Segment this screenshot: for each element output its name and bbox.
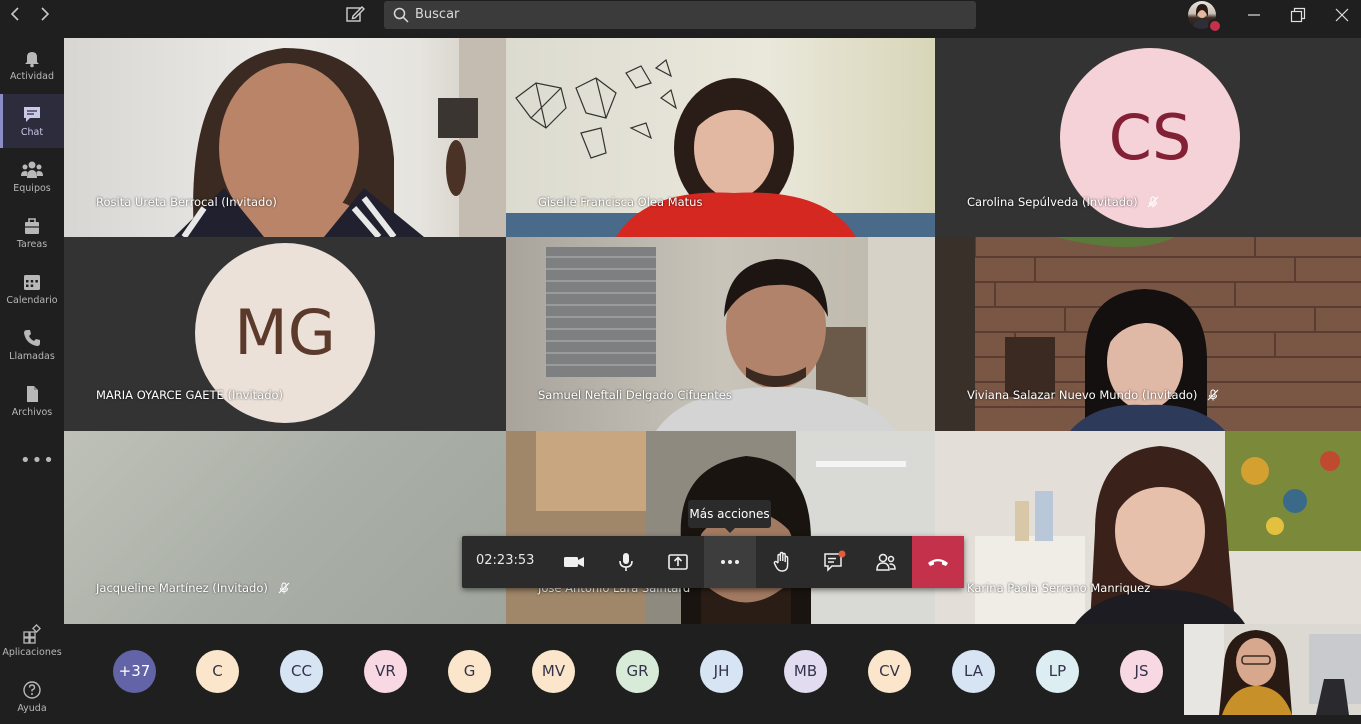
participant-name: Rosita Ureta Berrocal (Invitado) bbox=[96, 195, 277, 209]
more-apps-ellipsis-icon[interactable]: ••• bbox=[20, 450, 55, 471]
participant-avatar[interactable]: MV bbox=[532, 650, 575, 693]
calendar-icon bbox=[24, 275, 40, 290]
search-placeholder: Buscar bbox=[415, 7, 460, 22]
bell-icon bbox=[25, 52, 39, 68]
show-participants-button[interactable] bbox=[860, 536, 912, 588]
video-tile[interactable]: CS Carolina Sepúlveda (Invitado) bbox=[935, 38, 1361, 237]
participant-name: Karina Paola Serrano Manriquez bbox=[967, 581, 1151, 595]
share-screen-button[interactable] bbox=[652, 536, 704, 588]
video-tile[interactable]: Karina Paola Serrano Manriquez bbox=[935, 431, 1361, 624]
close-icon[interactable] bbox=[1332, 5, 1352, 25]
hang-up-button[interactable] bbox=[912, 536, 964, 588]
participant-name: Jacqueline Martínez (Invitado) bbox=[96, 581, 268, 595]
participant-name: Carolina Sepúlveda (Invitado) bbox=[967, 195, 1138, 209]
participant-video bbox=[935, 431, 1361, 624]
mic-off-icon bbox=[1147, 196, 1159, 208]
rail-item-llamadas[interactable]: Llamadas bbox=[0, 318, 64, 372]
new-chat-compose-icon[interactable] bbox=[344, 3, 366, 25]
call-timer: 02:23:53 bbox=[476, 553, 535, 568]
rail-item-calendario[interactable]: Calendario bbox=[0, 262, 64, 316]
more-actions-button[interactable] bbox=[704, 536, 756, 588]
more-participants-count[interactable]: +37 bbox=[113, 650, 156, 693]
rail-item-chat[interactable]: Chat bbox=[0, 94, 64, 148]
video-tile[interactable]: Giselle Francisca Olea Matus bbox=[506, 38, 935, 237]
file-icon bbox=[27, 386, 38, 402]
participant-avatar[interactable]: CV bbox=[868, 650, 911, 693]
rail-item-tareas[interactable]: Tareas bbox=[0, 206, 64, 260]
teams-icon bbox=[21, 161, 43, 178]
forward-arrow-icon[interactable] bbox=[34, 4, 54, 24]
participant-avatar[interactable]: JS bbox=[1120, 650, 1163, 693]
call-controls: 02:23:53 bbox=[462, 536, 964, 588]
conversation-icon bbox=[824, 550, 846, 572]
microphone-icon bbox=[619, 553, 633, 571]
participant-name-row: Jacqueline Martínez (Invitado) bbox=[96, 581, 290, 595]
restore-icon[interactable] bbox=[1288, 5, 1308, 25]
participant-name: Viviana Salazar Nuevo Mundo (Invitado) bbox=[967, 388, 1198, 402]
rail-label: Equipos bbox=[13, 183, 51, 194]
help-icon bbox=[23, 681, 41, 699]
rail-item-archivos[interactable]: Archivos bbox=[0, 374, 64, 428]
video-tile[interactable]: Rosita Ureta Berrocal (Invitado) bbox=[64, 38, 506, 237]
participant-name-row: Viviana Salazar Nuevo Mundo (Invitado) bbox=[967, 388, 1219, 402]
rail-item-aplicaciones[interactable]: Aplicaciones bbox=[0, 614, 64, 668]
rail-label: Calendario bbox=[6, 295, 58, 306]
briefcase-icon bbox=[25, 218, 39, 234]
ellipsis-icon bbox=[721, 560, 739, 564]
video-tile[interactable]: Samuel Neftali Delgado Cifuentes bbox=[506, 237, 935, 431]
mic-off-icon bbox=[1207, 389, 1219, 401]
rail-label: Ayuda bbox=[17, 703, 47, 714]
participant-avatar[interactable]: GR bbox=[616, 650, 659, 693]
app-rail: Actividad Chat Equipos Tareas Calendario… bbox=[0, 30, 64, 715]
participant-name-row: Carolina Sepúlveda (Invitado) bbox=[967, 195, 1159, 209]
more-actions-tooltip: Más acciones bbox=[688, 500, 771, 533]
rail-item-equipos[interactable]: Equipos bbox=[0, 150, 64, 204]
rail-label: Actividad bbox=[9, 71, 55, 82]
participant-avatar[interactable]: MB bbox=[784, 650, 827, 693]
microphone-button[interactable] bbox=[600, 536, 652, 588]
hang-up-phone-icon bbox=[928, 559, 948, 566]
participant-avatar[interactable]: LA bbox=[952, 650, 995, 693]
rail-label: Aplicaciones bbox=[2, 647, 62, 658]
participant-avatar[interactable]: VR bbox=[364, 650, 407, 693]
video-tile[interactable]: Viviana Salazar Nuevo Mundo (Invitado) bbox=[935, 237, 1361, 431]
participant-avatar[interactable]: CC bbox=[280, 650, 323, 693]
apps-icon bbox=[23, 624, 41, 644]
show-conversation-button[interactable] bbox=[808, 536, 860, 588]
participant-name: MARIA OYARCE GAETE (Invitado) bbox=[96, 388, 284, 402]
participant-name: Giselle Francisca Olea Matus bbox=[538, 195, 703, 209]
title-bar: Buscar bbox=[0, 0, 1361, 33]
share-tray-icon bbox=[668, 554, 688, 570]
chat-icon bbox=[24, 107, 40, 122]
raise-hand-button[interactable] bbox=[756, 536, 808, 588]
search-box[interactable]: Buscar bbox=[384, 1, 976, 29]
participant-avatar[interactable]: C bbox=[196, 650, 239, 693]
minimize-icon[interactable] bbox=[1244, 5, 1264, 25]
video-tile[interactable]: Jacqueline Martínez (Invitado) bbox=[64, 431, 506, 624]
video-camera-icon bbox=[564, 557, 584, 567]
back-arrow-icon[interactable] bbox=[6, 4, 26, 24]
participants-icon bbox=[876, 553, 896, 571]
camera-button[interactable] bbox=[548, 536, 600, 588]
hand-icon bbox=[773, 551, 789, 572]
self-video-feed bbox=[1184, 624, 1361, 715]
video-tile[interactable]: MG MARIA OYARCE GAETE (Invitado) bbox=[64, 237, 506, 431]
rail-label: Archivos bbox=[11, 407, 53, 418]
participant-avatar[interactable]: LP bbox=[1036, 650, 1079, 693]
participant-name: Samuel Neftali Delgado Cifuentes bbox=[538, 388, 732, 402]
rail-item-ayuda[interactable]: Ayuda bbox=[0, 670, 64, 724]
rail-label: Llamadas bbox=[9, 351, 55, 362]
search-icon bbox=[393, 7, 409, 23]
phone-icon bbox=[24, 330, 40, 346]
rail-label: Chat bbox=[20, 127, 44, 138]
self-view-video[interactable] bbox=[1184, 624, 1361, 715]
mic-off-icon bbox=[278, 582, 289, 594]
participant-avatar[interactable]: G bbox=[448, 650, 491, 693]
presence-busy-dot bbox=[1208, 19, 1222, 33]
participant-avatar[interactable]: JH bbox=[700, 650, 743, 693]
rail-label: Tareas bbox=[16, 239, 48, 250]
rail-item-actividad[interactable]: Actividad bbox=[0, 38, 64, 92]
